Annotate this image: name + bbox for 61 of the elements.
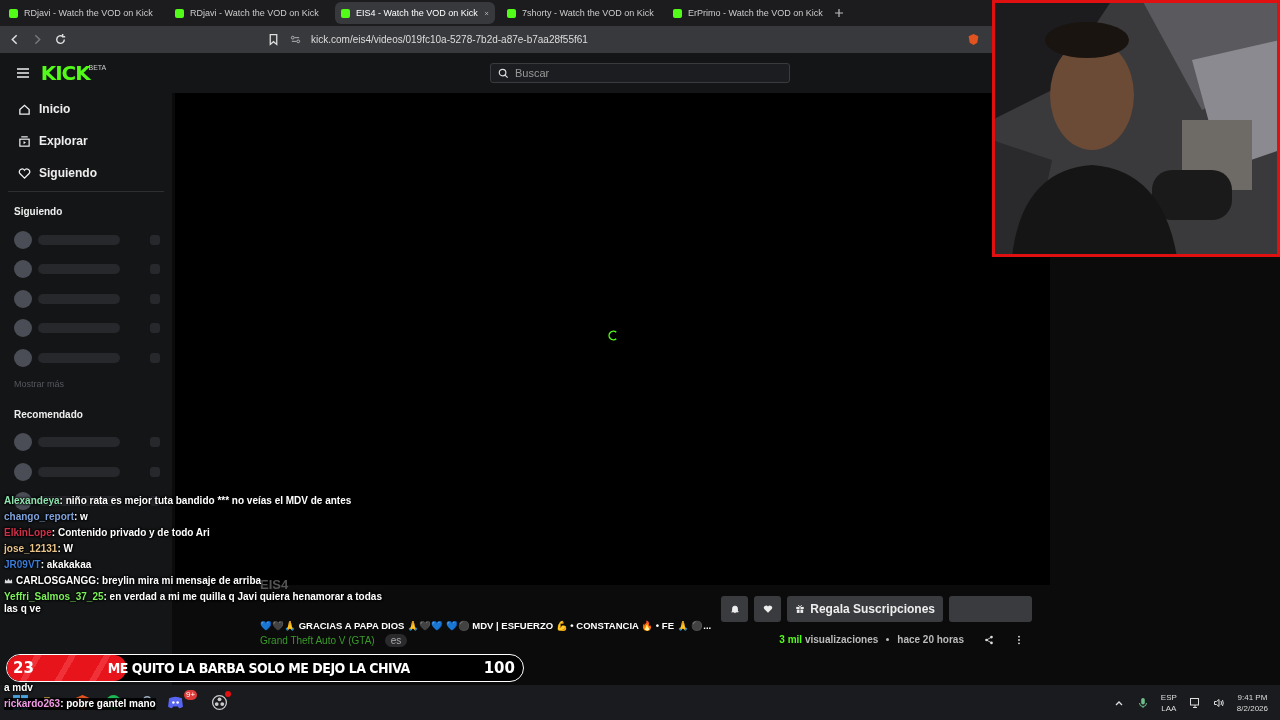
brave-shield-icon[interactable] xyxy=(967,33,980,46)
category-link[interactable]: Grand Theft Auto V (GTA) xyxy=(260,635,375,646)
heart-icon xyxy=(762,604,773,614)
bookmark-icon[interactable] xyxy=(267,33,280,46)
bell-icon xyxy=(729,604,740,614)
goal-current: 23 xyxy=(13,659,34,677)
chat-message: a mdv xyxy=(4,682,33,694)
heart-icon xyxy=(18,166,31,180)
chat-message: CARLOSGANGG: breylin mira mi mensaje de arriba xyxy=(16,575,262,586)
kick-favicon-icon xyxy=(507,8,516,18)
volume-icon[interactable] xyxy=(1212,696,1225,709)
reload-icon[interactable] xyxy=(54,33,67,46)
browser-tab[interactable]: 7shorty - Watch the VOD on Kick xyxy=(501,2,661,24)
kick-favicon-icon xyxy=(9,8,18,18)
kick-logo[interactable]: KICK xyxy=(40,62,90,84)
kick-favicon-icon xyxy=(175,8,184,18)
follow-button[interactable] xyxy=(754,596,782,622)
kick-favicon-icon xyxy=(673,8,682,18)
video-library-icon xyxy=(18,134,31,148)
close-icon[interactable] xyxy=(483,8,489,18)
separator-dot xyxy=(886,638,890,641)
chat-message: JR09VT: akakakaa xyxy=(4,559,92,571)
browser-tab[interactable]: EIS4 - Watch the VOD on Kick xyxy=(335,2,495,24)
new-tab-icon[interactable] xyxy=(834,8,844,18)
goal-target: 100 xyxy=(483,659,515,677)
gift-icon xyxy=(795,604,806,614)
chat-message: Yeffri_Salmos_37_25: en verdad a mi me quilla q Javi quiera henamorar a todas las q ve xyxy=(4,591,382,615)
chat-message: Alexandeya: niño rata es mejor tuta bandido *** no veías el MDV de antes xyxy=(4,495,352,507)
search-field[interactable]: Buscar xyxy=(490,63,790,83)
sidebar-item[interactable]: Siguiendo xyxy=(8,157,164,189)
chat-message: rickardo263: pobre gantel mano xyxy=(4,698,156,710)
chat-message: jose_12131: W xyxy=(4,543,73,555)
browser-tab[interactable]: RDjavi - Watch the VOD on Kick xyxy=(3,2,163,24)
menu-icon[interactable] xyxy=(16,67,30,79)
keyboard-language[interactable]: ESP LAA xyxy=(1160,691,1177,714)
chat-message: chango_report: w xyxy=(4,511,88,523)
recorder-app-icon[interactable] xyxy=(211,694,229,711)
chat-message: ElkinLope: Contenido privado y de todo Ari xyxy=(4,527,210,539)
upload-age: hace 20 horas xyxy=(897,634,964,645)
browser-tab[interactable]: ErPrimo - Watch the VOD on Kick xyxy=(667,2,827,24)
notification-button[interactable] xyxy=(721,596,749,622)
home-icon xyxy=(18,102,31,116)
stream-title: 💙🖤🙏 GRACIAS A PAPA DIOS 🙏🖤💙 💙⚫ MDV | ESFUERZO 💪 • CONSTANCIA 🔥 • FE 🙏 ⚫... xyxy=(260,620,712,631)
gift-subs-button[interactable]: Regala Suscripciones xyxy=(787,596,943,622)
network-icon[interactable] xyxy=(1188,696,1201,709)
share-icon[interactable] xyxy=(984,634,994,645)
kick-favicon-icon xyxy=(341,8,350,18)
url-field[interactable]: kick.com/eis4/videos/019fc10a-5278-7b2d-a87e-b7aa28f55f61 xyxy=(311,34,588,45)
crown-icon xyxy=(4,577,13,585)
section-heading: Recomendado xyxy=(13,407,84,422)
site-info-icon[interactable] xyxy=(290,34,301,45)
browser-tab[interactable]: RDjavi - Watch the VOD on Kick xyxy=(169,2,329,24)
microphone-icon[interactable] xyxy=(1136,696,1149,709)
chat-app-icon[interactable] xyxy=(167,694,184,711)
section-heading: Siguiendo xyxy=(13,205,64,219)
view-count: 3 mil visualizaciones xyxy=(779,634,879,645)
sidebar-item[interactable]: Inicio xyxy=(8,93,164,125)
language-tag[interactable]: es xyxy=(384,634,408,647)
clock[interactable]: 9:41 PM 8/2/2026 xyxy=(1236,691,1268,714)
notification-badge: 9+ xyxy=(184,689,198,700)
sidebar-item[interactable]: Explorar xyxy=(8,125,164,157)
